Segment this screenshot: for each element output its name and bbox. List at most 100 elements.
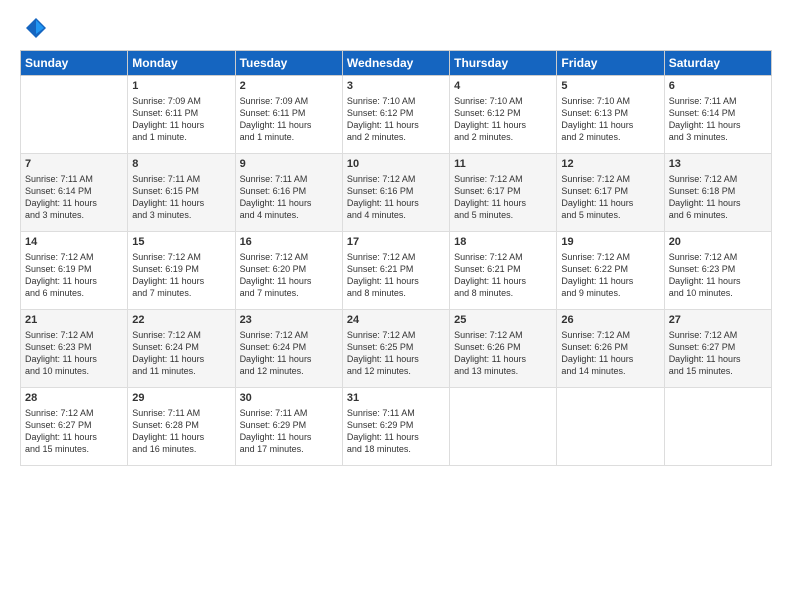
day-info: Sunrise: 7:12 AM <box>561 329 659 341</box>
calendar-cell: 22Sunrise: 7:12 AMSunset: 6:24 PMDayligh… <box>128 310 235 388</box>
day-info: Sunset: 6:15 PM <box>132 185 230 197</box>
day-info: Sunset: 6:23 PM <box>25 341 123 353</box>
day-info: Sunset: 6:14 PM <box>669 107 767 119</box>
day-info: Sunset: 6:17 PM <box>454 185 552 197</box>
day-info: Sunrise: 7:12 AM <box>347 329 445 341</box>
day-info: Sunrise: 7:12 AM <box>240 251 338 263</box>
day-number: 13 <box>669 157 767 172</box>
day-info: and 8 minutes. <box>454 287 552 299</box>
day-number: 20 <box>669 235 767 250</box>
day-info: Sunset: 6:24 PM <box>132 341 230 353</box>
header <box>20 16 772 40</box>
day-info: and 12 minutes. <box>240 365 338 377</box>
calendar-cell: 27Sunrise: 7:12 AMSunset: 6:27 PMDayligh… <box>664 310 771 388</box>
day-info: Sunset: 6:22 PM <box>561 263 659 275</box>
day-info: Sunrise: 7:10 AM <box>454 95 552 107</box>
day-number: 21 <box>25 313 123 328</box>
day-info: Daylight: 11 hours <box>132 275 230 287</box>
calendar-cell: 19Sunrise: 7:12 AMSunset: 6:22 PMDayligh… <box>557 232 664 310</box>
day-info: and 9 minutes. <box>561 287 659 299</box>
day-info: and 4 minutes. <box>347 209 445 221</box>
day-info: Sunset: 6:29 PM <box>240 419 338 431</box>
day-info: Daylight: 11 hours <box>132 431 230 443</box>
day-info: Sunrise: 7:10 AM <box>561 95 659 107</box>
day-info: Daylight: 11 hours <box>25 197 123 209</box>
day-info: Sunrise: 7:12 AM <box>561 251 659 263</box>
day-info: Sunrise: 7:12 AM <box>454 251 552 263</box>
calendar-cell: 25Sunrise: 7:12 AMSunset: 6:26 PMDayligh… <box>450 310 557 388</box>
calendar-cell: 17Sunrise: 7:12 AMSunset: 6:21 PMDayligh… <box>342 232 449 310</box>
day-info: Daylight: 11 hours <box>347 353 445 365</box>
day-info: Sunset: 6:26 PM <box>454 341 552 353</box>
week-row: 28Sunrise: 7:12 AMSunset: 6:27 PMDayligh… <box>21 388 772 466</box>
calendar-cell: 12Sunrise: 7:12 AMSunset: 6:17 PMDayligh… <box>557 154 664 232</box>
calendar-cell: 21Sunrise: 7:12 AMSunset: 6:23 PMDayligh… <box>21 310 128 388</box>
day-info: Sunrise: 7:11 AM <box>669 95 767 107</box>
logo <box>20 16 48 40</box>
day-info: and 15 minutes. <box>669 365 767 377</box>
day-info: Daylight: 11 hours <box>347 197 445 209</box>
day-number: 29 <box>132 391 230 406</box>
day-info: Sunset: 6:27 PM <box>669 341 767 353</box>
calendar-cell: 14Sunrise: 7:12 AMSunset: 6:19 PMDayligh… <box>21 232 128 310</box>
day-info: Sunrise: 7:12 AM <box>669 329 767 341</box>
day-info: Daylight: 11 hours <box>132 119 230 131</box>
day-info: Sunset: 6:21 PM <box>347 263 445 275</box>
day-number: 17 <box>347 235 445 250</box>
calendar-cell: 26Sunrise: 7:12 AMSunset: 6:26 PMDayligh… <box>557 310 664 388</box>
day-number: 10 <box>347 157 445 172</box>
day-info: and 3 minutes. <box>25 209 123 221</box>
day-number: 14 <box>25 235 123 250</box>
col-header-thursday: Thursday <box>450 51 557 76</box>
day-info: Sunset: 6:25 PM <box>347 341 445 353</box>
day-info: Sunset: 6:16 PM <box>347 185 445 197</box>
week-row: 14Sunrise: 7:12 AMSunset: 6:19 PMDayligh… <box>21 232 772 310</box>
day-number: 11 <box>454 157 552 172</box>
day-info: and 12 minutes. <box>347 365 445 377</box>
day-number: 15 <box>132 235 230 250</box>
day-info: Sunset: 6:16 PM <box>240 185 338 197</box>
day-info: Sunrise: 7:12 AM <box>561 173 659 185</box>
day-info: Daylight: 11 hours <box>454 119 552 131</box>
calendar-cell: 2Sunrise: 7:09 AMSunset: 6:11 PMDaylight… <box>235 76 342 154</box>
calendar-cell: 28Sunrise: 7:12 AMSunset: 6:27 PMDayligh… <box>21 388 128 466</box>
calendar-cell <box>557 388 664 466</box>
calendar-cell <box>21 76 128 154</box>
day-number: 5 <box>561 79 659 94</box>
day-info: Daylight: 11 hours <box>132 353 230 365</box>
day-number: 16 <box>240 235 338 250</box>
day-info: Sunrise: 7:12 AM <box>240 329 338 341</box>
day-info: and 1 minute. <box>132 131 230 143</box>
day-info: Daylight: 11 hours <box>25 353 123 365</box>
day-info: and 3 minutes. <box>669 131 767 143</box>
day-number: 31 <box>347 391 445 406</box>
day-info: Daylight: 11 hours <box>25 431 123 443</box>
day-info: Daylight: 11 hours <box>132 197 230 209</box>
day-info: Daylight: 11 hours <box>347 119 445 131</box>
col-header-monday: Monday <box>128 51 235 76</box>
day-info: Daylight: 11 hours <box>561 275 659 287</box>
day-info: Sunrise: 7:11 AM <box>25 173 123 185</box>
day-info: Sunset: 6:17 PM <box>561 185 659 197</box>
day-number: 9 <box>240 157 338 172</box>
day-info: and 4 minutes. <box>240 209 338 221</box>
day-info: and 11 minutes. <box>132 365 230 377</box>
day-info: Sunset: 6:11 PM <box>132 107 230 119</box>
day-number: 6 <box>669 79 767 94</box>
day-info: and 7 minutes. <box>132 287 230 299</box>
day-number: 12 <box>561 157 659 172</box>
day-info: and 6 minutes. <box>25 287 123 299</box>
day-info: Sunrise: 7:12 AM <box>454 329 552 341</box>
day-info: and 6 minutes. <box>669 209 767 221</box>
day-info: Sunset: 6:19 PM <box>132 263 230 275</box>
day-number: 30 <box>240 391 338 406</box>
day-info: Daylight: 11 hours <box>669 275 767 287</box>
day-info: and 15 minutes. <box>25 443 123 455</box>
day-info: and 10 minutes. <box>669 287 767 299</box>
day-info: Sunrise: 7:12 AM <box>347 173 445 185</box>
calendar-cell: 9Sunrise: 7:11 AMSunset: 6:16 PMDaylight… <box>235 154 342 232</box>
day-number: 7 <box>25 157 123 172</box>
week-row: 21Sunrise: 7:12 AMSunset: 6:23 PMDayligh… <box>21 310 772 388</box>
day-info: Sunset: 6:12 PM <box>454 107 552 119</box>
calendar-cell: 18Sunrise: 7:12 AMSunset: 6:21 PMDayligh… <box>450 232 557 310</box>
